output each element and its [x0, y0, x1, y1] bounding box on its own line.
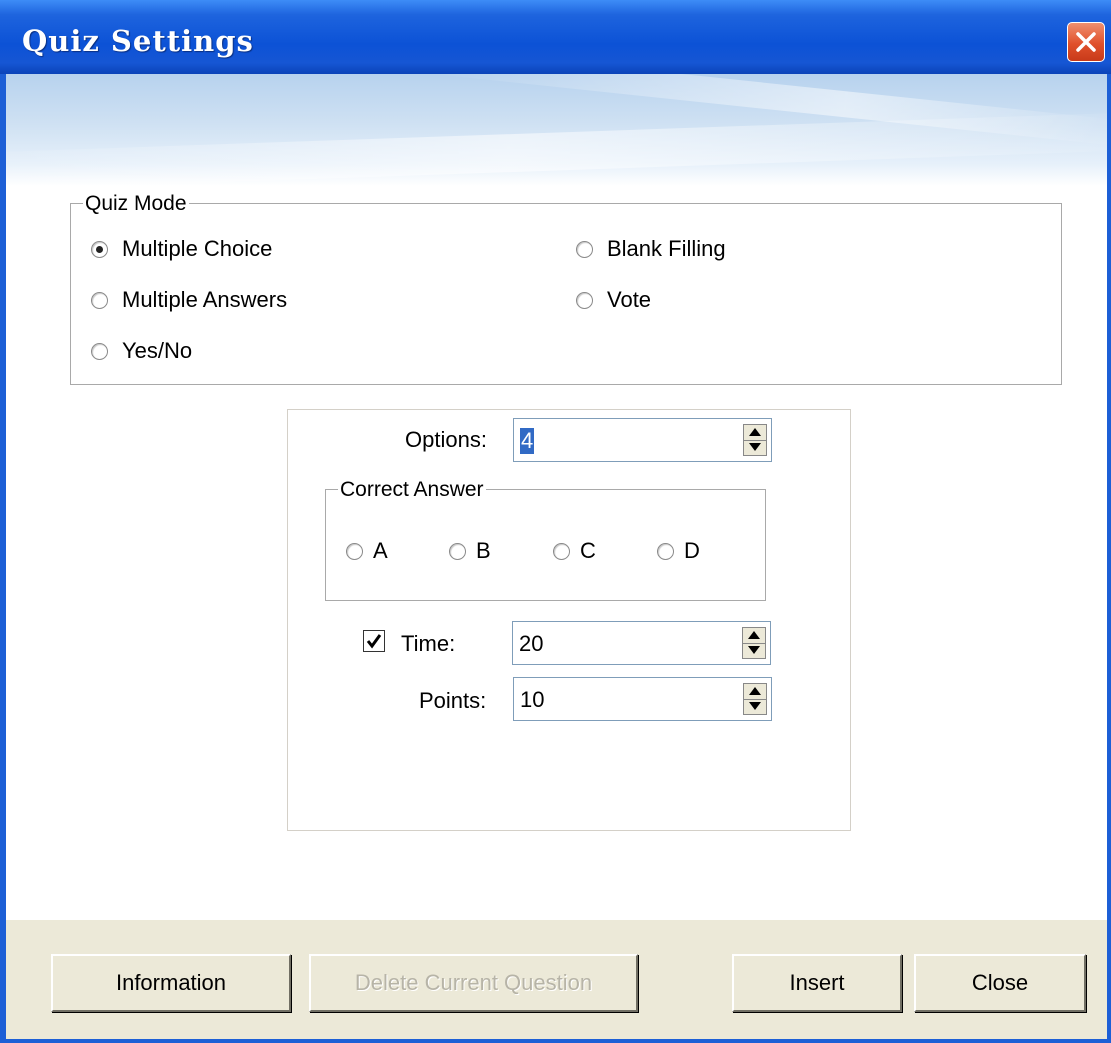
- answer-radio-b[interactable]: B: [449, 538, 491, 564]
- radio-blank-filling[interactable]: Blank Filling: [576, 236, 726, 262]
- spin-down-icon[interactable]: [743, 643, 765, 658]
- time-spinner[interactable]: 20: [512, 621, 771, 665]
- time-value[interactable]: 20: [519, 631, 543, 657]
- radio-vote[interactable]: Vote: [576, 287, 651, 313]
- close-icon[interactable]: [1067, 22, 1105, 62]
- radio-icon: [449, 542, 466, 560]
- answer-radio-d[interactable]: D: [657, 538, 700, 564]
- options-label: Options:: [405, 427, 487, 452]
- radio-selected-icon: [91, 240, 108, 258]
- radio-multiple-choice[interactable]: Multiple Choice: [91, 236, 272, 262]
- radio-icon: [657, 542, 674, 560]
- options-value[interactable]: 4: [520, 428, 535, 454]
- options-spinner[interactable]: 4: [513, 418, 772, 462]
- delete-question-button[interactable]: Delete Current Question: [309, 954, 638, 1012]
- spin-up-icon[interactable]: [743, 628, 765, 644]
- close-button[interactable]: Close: [914, 954, 1086, 1012]
- points-spinner[interactable]: 10: [513, 677, 772, 721]
- radio-multiple-answers[interactable]: Multiple Answers: [91, 287, 287, 313]
- answer-radio-a[interactable]: A: [346, 538, 388, 564]
- radio-icon: [91, 291, 108, 309]
- spin-up-icon[interactable]: [744, 425, 766, 441]
- spin-down-icon[interactable]: [744, 440, 766, 455]
- options-spin-buttons[interactable]: [743, 424, 767, 456]
- insert-button[interactable]: Insert: [732, 954, 902, 1012]
- radio-icon: [553, 542, 570, 560]
- correct-answer-legend: Correct Answer: [338, 478, 486, 502]
- radio-yes-no[interactable]: Yes/No: [91, 338, 192, 364]
- information-button[interactable]: Information: [51, 954, 291, 1012]
- points-spin-buttons[interactable]: [743, 683, 767, 715]
- header-banner: [6, 74, 1107, 186]
- spin-up-icon[interactable]: [744, 684, 766, 700]
- radio-icon: [576, 240, 593, 258]
- answer-radio-c[interactable]: C: [553, 538, 596, 564]
- title-bar[interactable]: Quiz Settings: [0, 0, 1111, 74]
- radio-label: Yes/No: [122, 338, 193, 363]
- window-title: Quiz Settings: [22, 24, 254, 58]
- radio-label: Multiple Choice: [122, 236, 273, 261]
- radio-icon: [346, 542, 363, 560]
- radio-label: Multiple Answers: [122, 287, 288, 312]
- answer-label: C: [580, 538, 596, 563]
- answer-label: A: [373, 538, 388, 563]
- time-spin-buttons[interactable]: [742, 627, 766, 659]
- time-checkbox[interactable]: [363, 630, 385, 652]
- answer-label: D: [684, 538, 700, 563]
- spin-down-icon[interactable]: [744, 699, 766, 714]
- points-label: Points:: [419, 688, 487, 713]
- points-value[interactable]: 10: [520, 687, 544, 713]
- radio-label: Blank Filling: [607, 236, 726, 261]
- radio-label: Vote: [607, 287, 652, 312]
- radio-icon: [576, 291, 593, 309]
- radio-icon: [91, 342, 108, 360]
- quiz-mode-legend: Quiz Mode: [83, 192, 189, 216]
- settings-panel: [287, 409, 851, 831]
- time-label: Time:: [401, 631, 456, 656]
- answer-label: B: [476, 538, 491, 563]
